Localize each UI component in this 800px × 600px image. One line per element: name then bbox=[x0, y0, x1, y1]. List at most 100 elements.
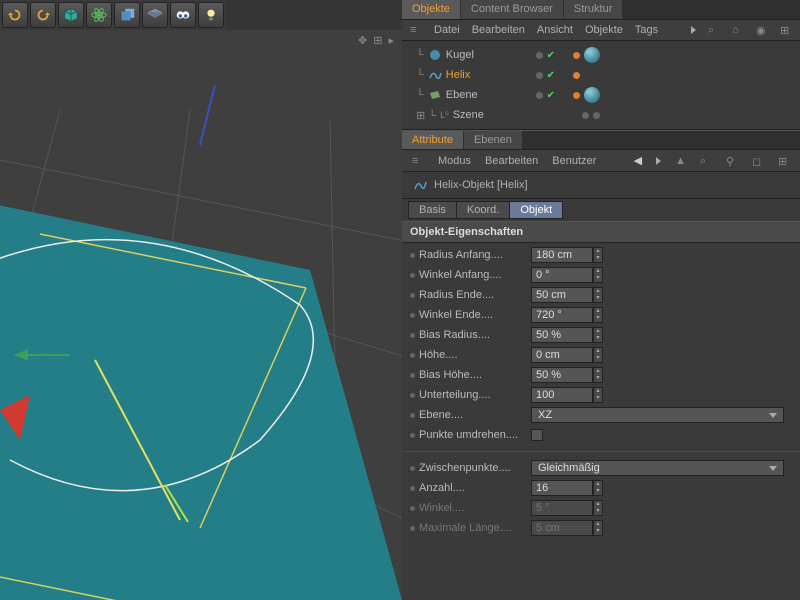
subtab-basis[interactable]: Basis bbox=[408, 201, 457, 219]
spinner[interactable]: ▴▾ bbox=[593, 287, 603, 303]
render-dot[interactable] bbox=[573, 92, 580, 99]
atom-icon[interactable] bbox=[86, 2, 112, 28]
check-icon[interactable]: ✔ bbox=[547, 70, 555, 81]
spin-down-icon: ▾ bbox=[594, 335, 602, 342]
add-icon[interactable]: ⊞ bbox=[778, 155, 790, 167]
number-input[interactable] bbox=[531, 307, 593, 323]
move-icon[interactable]: ✥ bbox=[358, 34, 367, 47]
spinner: ▴▾ bbox=[593, 500, 603, 516]
divider bbox=[402, 451, 800, 452]
subtab-objekt[interactable]: Objekt bbox=[509, 201, 563, 219]
menu-benutzer[interactable]: Benutzer bbox=[552, 155, 596, 167]
visibility-dot[interactable] bbox=[536, 72, 543, 79]
property-row: Bias Höhe.... ▴▾ bbox=[402, 365, 800, 385]
property-row: Ebene....XZ bbox=[402, 405, 800, 425]
undo-icon[interactable] bbox=[2, 2, 28, 28]
options-icon[interactable]: ▸ bbox=[388, 34, 394, 47]
grid-icon[interactable] bbox=[142, 2, 168, 28]
settings-icon[interactable]: ⊞ bbox=[373, 34, 382, 47]
tree-label[interactable]: Szene bbox=[453, 109, 484, 121]
redo-icon[interactable] bbox=[30, 2, 56, 28]
tab-content-browser[interactable]: Content Browser bbox=[461, 0, 563, 19]
tree-item-ebene[interactable]: └ Ebene ✔ bbox=[402, 85, 800, 105]
visibility-dot[interactable] bbox=[536, 92, 543, 99]
spin-up-icon: ▴ bbox=[594, 368, 602, 375]
lock-icon[interactable]: ⚲ bbox=[726, 155, 738, 167]
menu-bearbeiten[interactable]: Bearbeiten bbox=[472, 24, 525, 36]
tree-item-szene[interactable]: ⊞ └ L⁰ Szene bbox=[402, 105, 800, 125]
visibility-dot[interactable] bbox=[536, 52, 543, 59]
spinner[interactable]: ▴▾ bbox=[593, 367, 603, 383]
spinner[interactable]: ▴▾ bbox=[593, 247, 603, 263]
sphere-icon bbox=[428, 48, 442, 62]
checkbox[interactable] bbox=[531, 429, 543, 441]
spinner[interactable]: ▴▾ bbox=[593, 347, 603, 363]
tab-ebenen[interactable]: Ebenen bbox=[464, 131, 522, 149]
spinner[interactable]: ▴▾ bbox=[593, 327, 603, 343]
spinner[interactable]: ▴▾ bbox=[593, 307, 603, 323]
render-dot[interactable] bbox=[573, 52, 580, 59]
spin-down-icon: ▾ bbox=[594, 315, 602, 322]
tree-label[interactable]: Helix bbox=[446, 69, 470, 81]
spinner[interactable]: ▴▾ bbox=[593, 480, 603, 496]
menu-objekte[interactable]: Objekte bbox=[585, 24, 623, 36]
visibility-dot[interactable] bbox=[582, 112, 589, 119]
number-input[interactable] bbox=[531, 327, 593, 343]
material-tag-icon[interactable] bbox=[584, 47, 600, 63]
search-icon[interactable]: ⌕ bbox=[708, 24, 720, 36]
up-icon[interactable]: ▲ bbox=[675, 155, 686, 167]
property-label: Bias Höhe.... bbox=[419, 369, 531, 381]
dropdown[interactable]: XZ bbox=[531, 407, 784, 423]
number-input[interactable] bbox=[531, 267, 593, 283]
number-input[interactable] bbox=[531, 480, 593, 496]
forward-icon[interactable] bbox=[656, 157, 661, 165]
eye-icon[interactable]: ◉ bbox=[756, 24, 768, 36]
property-field: ▴▾ bbox=[531, 287, 603, 303]
cube-icon[interactable] bbox=[58, 2, 84, 28]
subtab-koord[interactable]: Koord. bbox=[456, 201, 510, 219]
number-input[interactable] bbox=[531, 367, 593, 383]
spinner[interactable]: ▴▾ bbox=[593, 267, 603, 283]
check-icon[interactable]: ✔ bbox=[547, 50, 555, 61]
home-icon[interactable]: ⌂ bbox=[732, 24, 744, 36]
menu-datei[interactable]: Datei bbox=[434, 24, 460, 36]
spin-down-icon: ▾ bbox=[594, 355, 602, 362]
tree-label[interactable]: Kugel bbox=[446, 49, 474, 61]
eyes-icon[interactable] bbox=[170, 2, 196, 28]
material-tag-icon[interactable] bbox=[584, 87, 600, 103]
bullet-icon bbox=[410, 273, 415, 278]
number-input[interactable] bbox=[531, 247, 593, 263]
light-icon[interactable] bbox=[198, 2, 224, 28]
tree-label[interactable]: Ebene bbox=[446, 89, 478, 101]
dropdown[interactable]: Gleichmäßig bbox=[531, 460, 784, 476]
spin-up-icon: ▴ bbox=[594, 521, 602, 528]
property-row: Winkel....▴▾ bbox=[402, 498, 800, 518]
spin-down-icon: ▾ bbox=[594, 275, 602, 282]
check-icon[interactable]: ✔ bbox=[547, 90, 555, 101]
spinner[interactable]: ▴▾ bbox=[593, 387, 603, 403]
hamburger-icon[interactable]: ≡ bbox=[410, 24, 422, 36]
number-input[interactable] bbox=[531, 387, 593, 403]
hamburger-icon[interactable]: ≡ bbox=[412, 155, 424, 167]
visibility-dot[interactable] bbox=[593, 112, 600, 119]
menu-tags[interactable]: Tags bbox=[635, 24, 658, 36]
boolean-icon[interactable] bbox=[114, 2, 140, 28]
tree-item-kugel[interactable]: └ Kugel ✔ bbox=[402, 45, 800, 65]
tab-struktur[interactable]: Struktur bbox=[564, 0, 623, 19]
spline-icon bbox=[428, 68, 442, 82]
tab-attribute[interactable]: Attribute bbox=[402, 131, 463, 149]
new-icon[interactable]: ◻ bbox=[752, 155, 764, 167]
add-icon[interactable]: ⊞ bbox=[780, 24, 792, 36]
tab-objekte[interactable]: Objekte bbox=[402, 0, 460, 19]
render-dot[interactable] bbox=[573, 72, 580, 79]
expand-icon[interactable] bbox=[691, 26, 696, 34]
menu-ansicht[interactable]: Ansicht bbox=[537, 24, 573, 36]
viewport[interactable]: ✥ ⊞ ▸ bbox=[0, 30, 402, 600]
search-icon[interactable]: ⌕ bbox=[700, 155, 712, 167]
back-icon[interactable]: ◀ bbox=[634, 154, 642, 167]
number-input[interactable] bbox=[531, 287, 593, 303]
tree-item-helix[interactable]: └ Helix ✔ bbox=[402, 65, 800, 85]
menu-modus[interactable]: Modus bbox=[438, 155, 471, 167]
number-input[interactable] bbox=[531, 347, 593, 363]
menu-bearbeiten[interactable]: Bearbeiten bbox=[485, 155, 538, 167]
